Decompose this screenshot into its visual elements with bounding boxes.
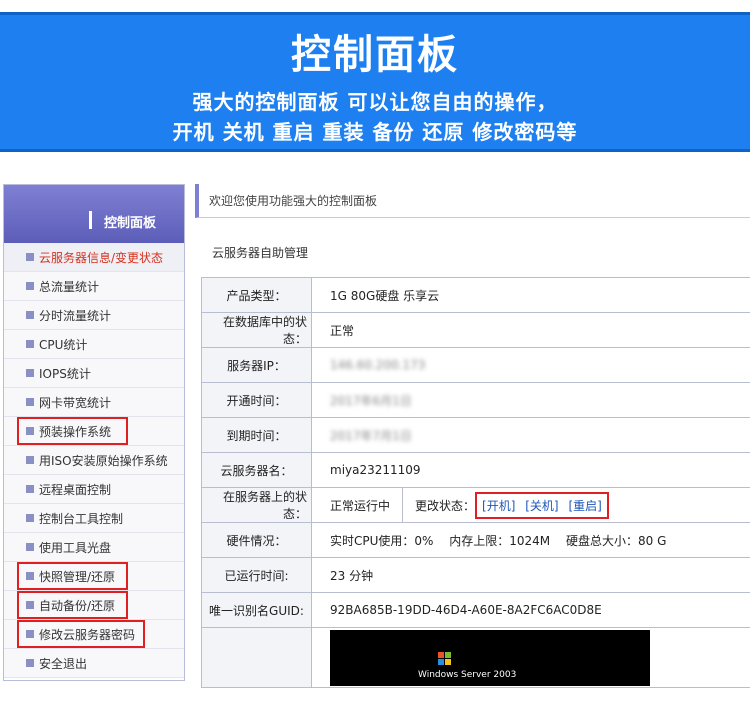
row-key: 云服务器名： [201, 452, 312, 488]
bullet-icon [26, 601, 34, 609]
db-status-value: 正常 [311, 312, 750, 348]
sidebar-item-iops-stats[interactable]: IOPS统计 [4, 359, 184, 388]
bullet-icon [26, 253, 34, 261]
table-row: 唯一识别名GUID: 92BA685B-19DD-46D4-A60E-8A2FC… [201, 592, 750, 628]
sidebar-item-tool-cd[interactable]: 使用工具光盘 [4, 533, 184, 562]
sidebar-item-auto-backup[interactable]: 自动备份/还原 [4, 591, 184, 620]
table-row: 产品类型： 1G 80G硬盘 乐享云 [201, 277, 750, 313]
sidebar-item-cpu-stats[interactable]: CPU统计 [4, 330, 184, 359]
banner-subtitle: 强大的控制面板 可以让您自由的操作， [192, 90, 558, 114]
sidebar-header-bar [89, 211, 92, 229]
product-type-value: 1G 80G硬盘 乐享云 [311, 277, 750, 313]
row-key: 到期时间： [201, 417, 312, 453]
row-key: 开通时间： [201, 382, 312, 418]
bullet-icon [26, 659, 34, 667]
sidebar-item-remote-desktop[interactable]: 远程桌面控制 [4, 475, 184, 504]
hardware-value: 实时CPU使用：0% 内存上限：1024M 硬盘总大小：80 G [311, 522, 750, 558]
power-off-link[interactable]: [关机] [525, 499, 558, 513]
banner: 控制面板 强大的控制面板 可以让您自由的操作， 开机 关机 重启 重装 备份 还… [0, 12, 750, 152]
server-name-value: miya23211109 [311, 452, 750, 488]
sidebar-item-console-tools[interactable]: 控制台工具控制 [4, 504, 184, 533]
table-row: 硬件情况： 实时CPU使用：0% 内存上限：1024M 硬盘总大小：80 G [201, 522, 750, 558]
os-name-text: Windows Server 2003 [418, 670, 517, 680]
sidebar-item-snapshot[interactable]: 快照管理/还原 [4, 562, 184, 591]
bullet-icon [26, 543, 34, 551]
sidebar-item-server-info[interactable]: 云服务器信息/变更状态 [4, 243, 184, 272]
bullet-icon [26, 340, 34, 348]
sidebar-item-logout[interactable]: 安全退出 [4, 649, 184, 678]
welcome-bar: 欢迎您使用功能强大的控制面板 [195, 184, 750, 218]
table-row: 云服务器名： miya23211109 [201, 452, 750, 488]
power-on-link[interactable]: [开机] [482, 499, 515, 513]
server-ip-value: 146.60.200.173 [311, 347, 750, 383]
bullet-icon [26, 282, 34, 290]
expire-time-value: 2017年7月1日 [311, 417, 750, 453]
bullet-icon [26, 427, 34, 435]
banner-feature-list: 开机 关机 重启 重装 备份 还原 修改密码等 [172, 120, 578, 144]
sidebar-item-bandwidth-stats[interactable]: 网卡带宽统计 [4, 388, 184, 417]
bullet-icon [26, 369, 34, 377]
sidebar-item-hourly-traffic[interactable]: 分时流量统计 [4, 301, 184, 330]
bullet-icon [26, 398, 34, 406]
bullet-icon [26, 485, 34, 493]
restart-link[interactable]: [重启] [568, 499, 601, 513]
row-key: 在数据库中的状态： [201, 312, 312, 348]
section-title: 云服务器自助管理 [212, 246, 309, 260]
table-row: 在服务器上的状态： 正常运行中 更改状态： [开机] [关机] [重启] [201, 487, 750, 523]
row-key: 产品类型： [201, 277, 312, 313]
bullet-icon [26, 572, 34, 580]
cpu-usage: 实时CPU使用：0% [330, 533, 434, 548]
row-key: 服务器IP： [201, 347, 312, 383]
table-row: 服务器IP： 146.60.200.173 [201, 347, 750, 383]
sidebar-header: 控制面板 [4, 185, 184, 243]
row-key: 在服务器上的状态： [201, 487, 312, 523]
console-preview-cell: Windows Server 2003 [311, 627, 750, 688]
memory-limit: 内存上限：1024M [449, 533, 551, 548]
sidebar-header-label: 控制面板 [104, 216, 157, 231]
row-key: 唯一识别名GUID: [201, 592, 312, 628]
bullet-icon [26, 456, 34, 464]
windows-logo-icon [438, 652, 451, 665]
disk-size: 硬盘总大小：80 G [566, 533, 667, 548]
table-row: 已运行时间: 23 分钟 [201, 557, 750, 593]
server-status-cell: 正常运行中 更改状态： [开机] [关机] [重启] [311, 487, 750, 523]
row-key: 已运行时间: [201, 557, 312, 593]
bullet-icon [26, 514, 34, 522]
power-actions: [开机] [关机] [重启] [475, 491, 609, 519]
uptime-value: 23 分钟 [311, 557, 750, 593]
guid-value: 92BA685B-19DD-46D4-A60E-8A2FC6AC0D8E [311, 592, 750, 628]
change-status-label: 更改状态： [415, 498, 476, 513]
server-info-table: 产品类型： 1G 80G硬盘 乐享云 在数据库中的状态： 正常 服务器IP： 1… [201, 277, 750, 688]
banner-title: 控制面板 [291, 32, 459, 78]
sidebar-item-iso-install[interactable]: 用ISO安装原始操作系统 [4, 446, 184, 475]
table-row: 到期时间： 2017年7月1日 [201, 417, 750, 453]
sidebar: 控制面板 云服务器信息/变更状态 总流量统计 分时流量统计 CPU统计 IOPS… [3, 184, 185, 681]
bullet-icon [26, 630, 34, 638]
row-key-empty [201, 627, 312, 688]
open-time-value: 2017年6月1日 [311, 382, 750, 418]
sidebar-item-total-traffic[interactable]: 总流量统计 [4, 272, 184, 301]
bullet-icon [26, 311, 34, 319]
sidebar-item-change-password[interactable]: 修改云服务器密码 [4, 620, 184, 649]
sidebar-item-preinstalled-os[interactable]: 预装操作系统 [4, 417, 184, 446]
table-row: 开通时间： 2017年6月1日 [201, 382, 750, 418]
console-screen[interactable]: Windows Server 2003 [330, 630, 650, 686]
table-row: Windows Server 2003 [201, 627, 750, 688]
server-status-value: 正常运行中 [330, 488, 404, 522]
table-row: 在数据库中的状态： 正常 [201, 312, 750, 348]
main-panel: 欢迎您使用功能强大的控制面板 云服务器自助管理 产品类型： 1G 80G硬盘 乐… [195, 184, 750, 688]
row-key: 硬件情况： [201, 522, 312, 558]
